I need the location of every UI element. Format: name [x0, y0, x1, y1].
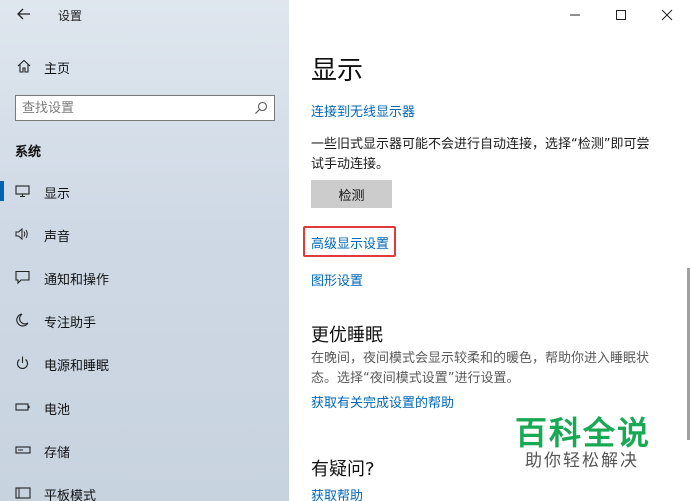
- home-icon: [17, 59, 31, 73]
- section-title-questions: 有疑问?: [311, 459, 375, 480]
- get-help-link[interactable]: 获取帮助: [311, 485, 363, 501]
- minimize-icon: [570, 14, 580, 16]
- section-title-better-sleep: 更优睡眠: [311, 325, 383, 346]
- title-bar: 设置: [0, 0, 289, 30]
- watermark-slogan: 助你轻松解决: [525, 451, 639, 471]
- moon-icon: [16, 313, 29, 327]
- search-box[interactable]: [15, 95, 275, 121]
- window-title: 设置: [58, 9, 83, 23]
- storage-icon: [15, 446, 31, 454]
- sidebar-item-label: 电池: [44, 403, 71, 418]
- notification-icon: [15, 270, 30, 285]
- sidebar-item-label: 存储: [44, 446, 71, 461]
- graphics-settings-link[interactable]: 图形设置: [311, 270, 363, 289]
- close-icon: [661, 9, 673, 21]
- back-arrow-icon[interactable]: [16, 6, 32, 22]
- power-icon: [17, 356, 28, 370]
- close-button[interactable]: [644, 0, 690, 30]
- sidebar-item-label: 电源和睡眠: [44, 359, 110, 374]
- scrollbar[interactable]: [687, 268, 690, 440]
- sidebar-item-sound[interactable]: 声音: [0, 219, 289, 249]
- settings-sidebar: 设置 主页 系统 显示 声音 通知和操作: [0, 0, 289, 501]
- maximize-icon: [616, 10, 626, 20]
- sidebar-item-storage[interactable]: 存储: [0, 435, 289, 465]
- tablet-icon: [15, 487, 31, 499]
- sidebar-item-label: 显示: [44, 187, 71, 202]
- speaker-icon: [15, 227, 28, 241]
- sidebar-item-battery[interactable]: 电池: [0, 392, 289, 422]
- sidebar-item-notifications[interactable]: 通知和操作: [0, 262, 289, 292]
- display-settings-page: 显示 连接到无线显示器 一些旧式显示器可能不会进行自动连接，选择“检测”即可尝试…: [289, 0, 692, 501]
- sidebar-item-label: 声音: [44, 230, 71, 245]
- connect-wireless-display-link[interactable]: 连接到无线显示器: [311, 101, 415, 120]
- battery-icon: [15, 403, 30, 411]
- sidebar-item-power[interactable]: 电源和睡眠: [0, 348, 289, 378]
- sleep-help-link[interactable]: 获取有关完成设置的帮助: [311, 392, 454, 411]
- monitor-icon: [15, 185, 30, 198]
- sidebar-item-home[interactable]: 主页: [0, 52, 289, 80]
- sidebar-item-focus-assist[interactable]: 专注助手: [0, 305, 289, 335]
- search-icon[interactable]: [254, 101, 268, 115]
- search-input[interactable]: [22, 99, 242, 117]
- minimize-button[interactable]: [552, 0, 598, 30]
- sidebar-item-label: 主页: [44, 62, 71, 77]
- legacy-display-text: 一些旧式显示器可能不会进行自动连接，选择“检测”即可尝试手动连接。: [311, 137, 650, 172]
- sidebar-item-label: 通知和操作: [44, 273, 110, 288]
- page-title: 显示: [311, 56, 364, 86]
- night-light-text: 在晚间，夜间模式会显示较柔和的暖色，帮助你进入睡眠状态。选择“夜间模式设置”进行…: [311, 351, 650, 386]
- section-heading-system: 系统: [15, 145, 42, 160]
- maximize-button[interactable]: [598, 0, 644, 30]
- window-controls: [552, 0, 692, 30]
- sidebar-item-display[interactable]: 显示: [0, 176, 289, 206]
- advanced-display-settings-link[interactable]: 高级显示设置: [311, 233, 389, 252]
- sidebar-item-tablet-mode[interactable]: 平板模式: [0, 478, 289, 501]
- sidebar-item-label: 平板模式: [44, 489, 97, 501]
- detect-button[interactable]: 检测: [311, 180, 392, 208]
- sidebar-item-label: 专注助手: [44, 316, 97, 331]
